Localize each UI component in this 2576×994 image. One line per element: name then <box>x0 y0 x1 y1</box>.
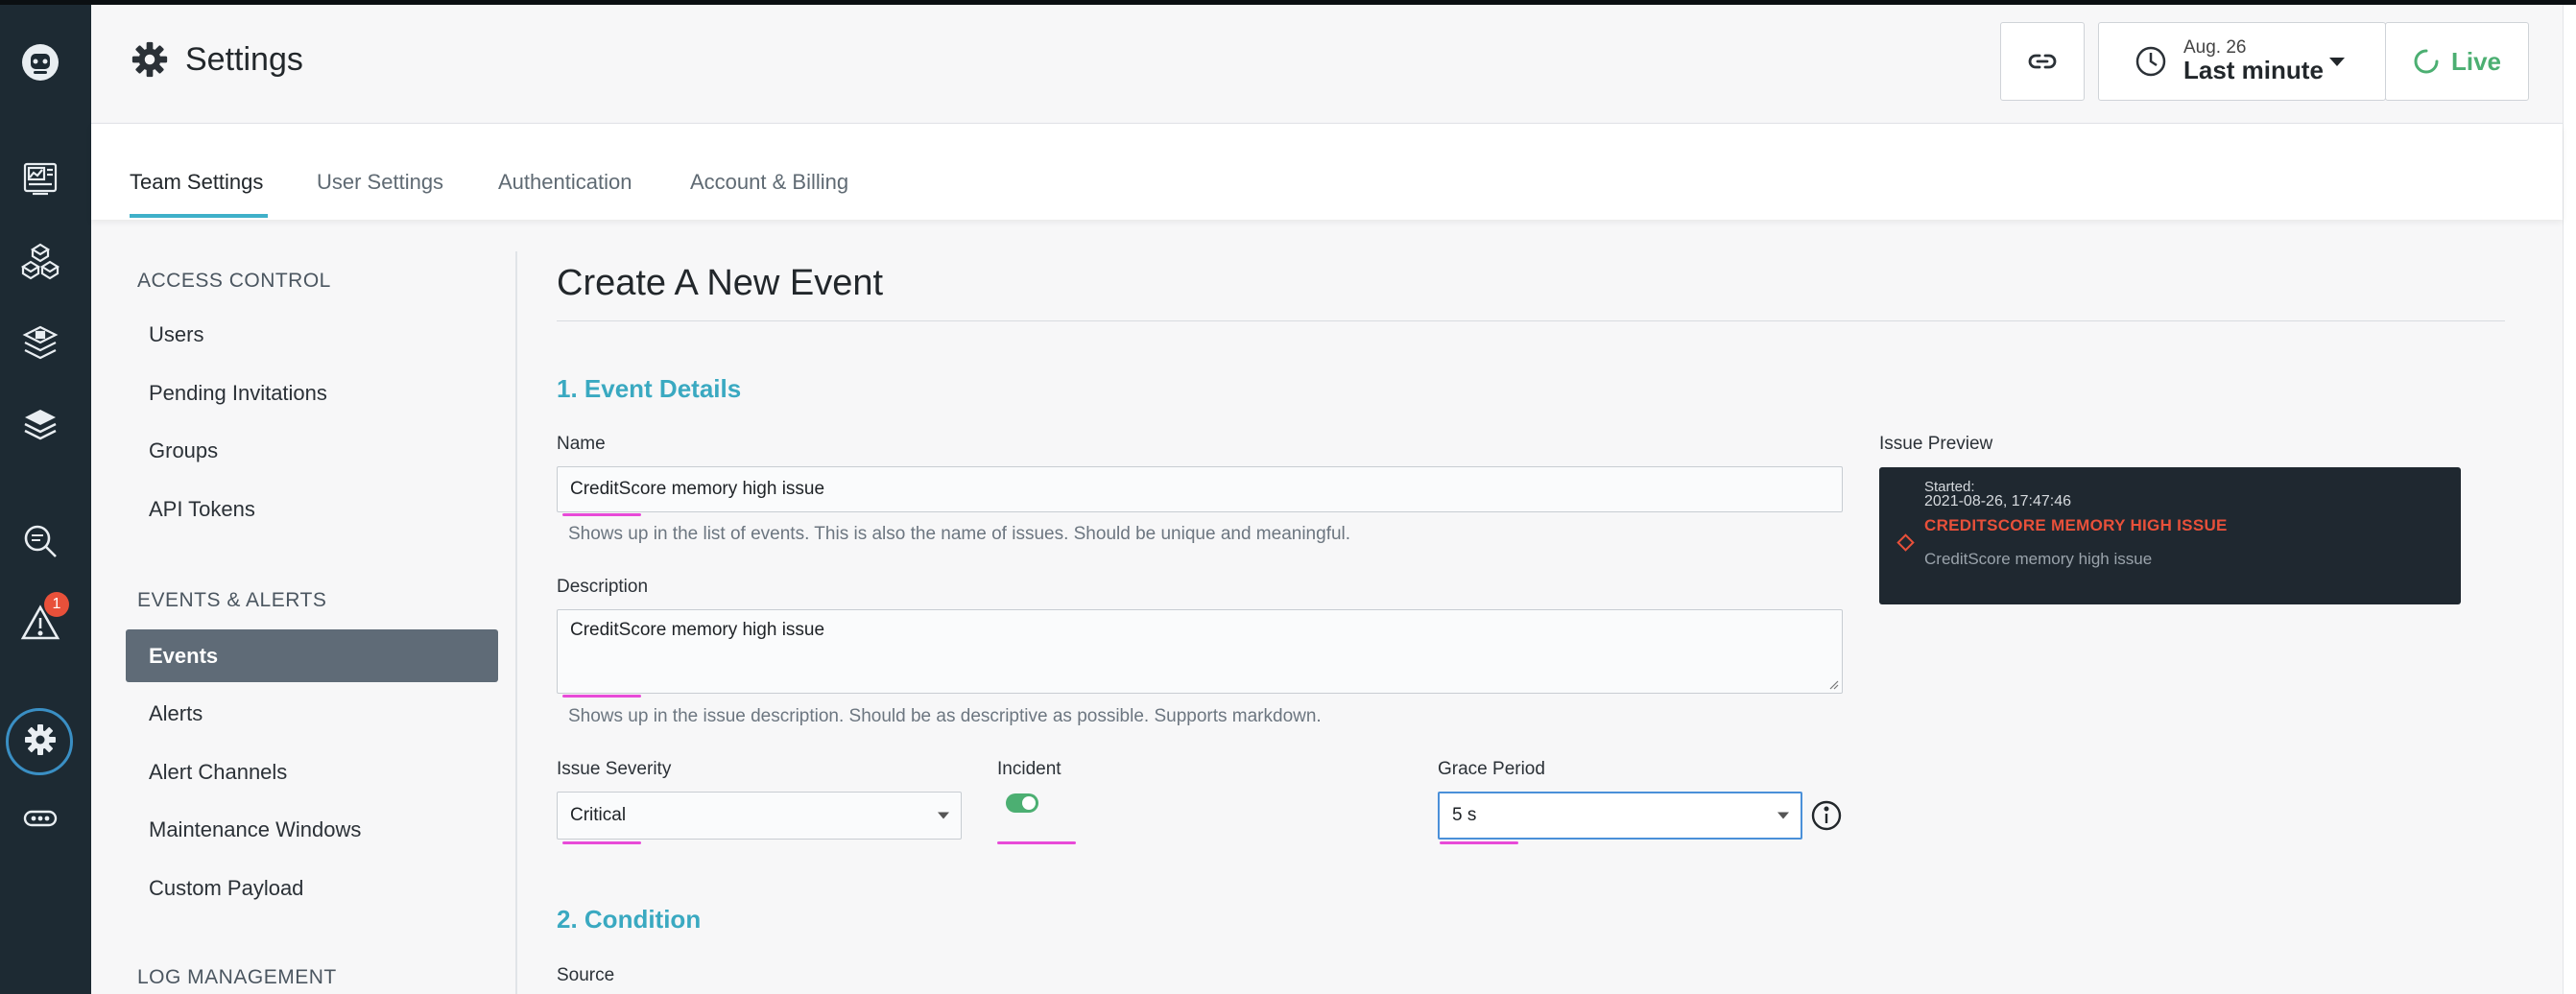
services-icon[interactable] <box>17 238 63 284</box>
clock-icon <box>2135 46 2166 77</box>
description-textarea[interactable]: CreditScore memory high issue <box>557 609 1843 694</box>
annotation-mark <box>1440 841 1518 844</box>
preview-issue-subtitle: CreditScore memory high issue <box>1924 550 2153 568</box>
more-icon[interactable] <box>17 795 63 841</box>
name-input[interactable]: CreditScore memory high issue <box>557 466 1843 512</box>
access-control-heading: ACCESS CONTROL <box>137 270 331 292</box>
name-label: Name <box>557 434 606 454</box>
grace-period-label: Grace Period <box>1438 759 1545 779</box>
tab-user-settings[interactable]: User Settings <box>317 170 443 195</box>
share-link-button[interactable] <box>2000 22 2085 101</box>
settings-tabs: Team Settings User Settings Authenticati… <box>91 124 2563 220</box>
incident-toggle[interactable] <box>1006 793 1038 813</box>
severity-label: Issue Severity <box>557 759 672 779</box>
link-icon <box>2028 54 2057 69</box>
issue-preview-card: Started: 2021-08-26, 17:47:46 CREDITSCOR… <box>1879 467 2461 604</box>
settings-sidebar: ACCESS CONTROL Users Pending Invitations… <box>91 240 513 994</box>
sidebar-item-maintenance-windows[interactable]: Maintenance Windows <box>126 803 498 856</box>
sidebar-item-alerts[interactable]: Alerts <box>126 687 498 740</box>
refresh-spinner-icon <box>2414 49 2439 74</box>
time-range-label: Last minute <box>2183 56 2324 85</box>
sidebar-item-events[interactable]: Events <box>126 629 498 682</box>
grace-period-value: 5 s <box>1452 805 1477 825</box>
time-range-picker[interactable]: Aug. 26 Last minute <box>2098 22 2386 101</box>
description-value: CreditScore memory high issue <box>570 620 825 640</box>
sidebar-item-api-tokens[interactable]: API Tokens <box>126 483 498 535</box>
log-management-heading: LOG MANAGEMENT <box>137 966 337 988</box>
tab-authentication[interactable]: Authentication <box>498 170 632 195</box>
sidebar-item-alert-channels[interactable]: Alert Channels <box>126 746 498 798</box>
tab-account-billing[interactable]: Account & Billing <box>690 170 848 195</box>
live-label: Live <box>2450 46 2502 76</box>
page-scrollbar[interactable] <box>2563 5 2576 994</box>
gear-icon <box>131 41 168 78</box>
settings-icon[interactable] <box>17 717 63 763</box>
preview-started-value: 2021-08-26, 17:47:46 <box>1924 493 2072 509</box>
sidebar-item-custom-payload[interactable]: Custom Payload <box>126 862 498 914</box>
title-divider <box>557 320 2505 321</box>
infrastructure-icon[interactable] <box>17 320 63 366</box>
layers-icon[interactable] <box>17 402 63 448</box>
section-event-details: 1. Event Details <box>557 374 742 403</box>
chevron-down-icon <box>2329 58 2345 66</box>
name-help-text: Shows up in the list of events. This is … <box>568 524 1351 544</box>
annotation-mark <box>997 841 1076 844</box>
severity-value: Critical <box>570 805 627 825</box>
left-rail: 1 <box>0 5 91 994</box>
form-title: Create A New Event <box>557 263 884 303</box>
time-date: Aug. 26 <box>2183 37 2247 59</box>
description-help-text: Shows up in the issue description. Shoul… <box>568 706 1322 726</box>
live-button[interactable]: Live <box>2385 22 2529 101</box>
incident-label: Incident <box>997 759 1061 779</box>
events-alerts-heading: EVENTS & ALERTS <box>137 589 327 611</box>
sidebar-item-groups[interactable]: Groups <box>126 424 498 477</box>
source-label: Source <box>557 965 615 985</box>
logo-icon[interactable] <box>17 39 63 85</box>
chevron-down-icon <box>938 812 949 819</box>
info-icon[interactable] <box>1810 799 1843 832</box>
description-label: Description <box>557 577 649 597</box>
sidebar-item-users[interactable]: Users <box>126 308 498 361</box>
sidebar-item-pending-invitations[interactable]: Pending Invitations <box>126 367 498 419</box>
severity-select[interactable]: Critical <box>557 792 962 840</box>
dashboard-icon[interactable] <box>17 155 63 201</box>
page-title-text: Settings <box>185 40 303 78</box>
log-search-icon[interactable] <box>17 518 63 564</box>
page-title: Settings <box>130 39 303 80</box>
sidebar-divider <box>515 251 517 994</box>
tab-team-settings[interactable]: Team Settings <box>130 170 263 195</box>
grace-period-select[interactable]: 5 s <box>1438 792 1802 840</box>
top-header: Settings Aug. 26 Last minute Live <box>91 5 2563 124</box>
active-tab-underline <box>130 214 268 218</box>
annotation-mark <box>562 695 641 698</box>
annotation-mark <box>562 841 641 844</box>
chevron-down-icon <box>1777 812 1789 819</box>
issue-preview-label: Issue Preview <box>1879 434 1993 454</box>
event-form: Create A New Event 1. Event Details Name… <box>557 240 2505 994</box>
resize-grip-icon[interactable] <box>1827 678 1839 690</box>
issue-diamond-icon <box>1896 533 1915 552</box>
section-condition: 2. Condition <box>557 905 702 934</box>
alert-count-badge: 1 <box>44 592 69 617</box>
annotation-mark <box>562 513 641 516</box>
preview-issue-title: CREDITSCORE MEMORY HIGH ISSUE <box>1924 516 2228 534</box>
